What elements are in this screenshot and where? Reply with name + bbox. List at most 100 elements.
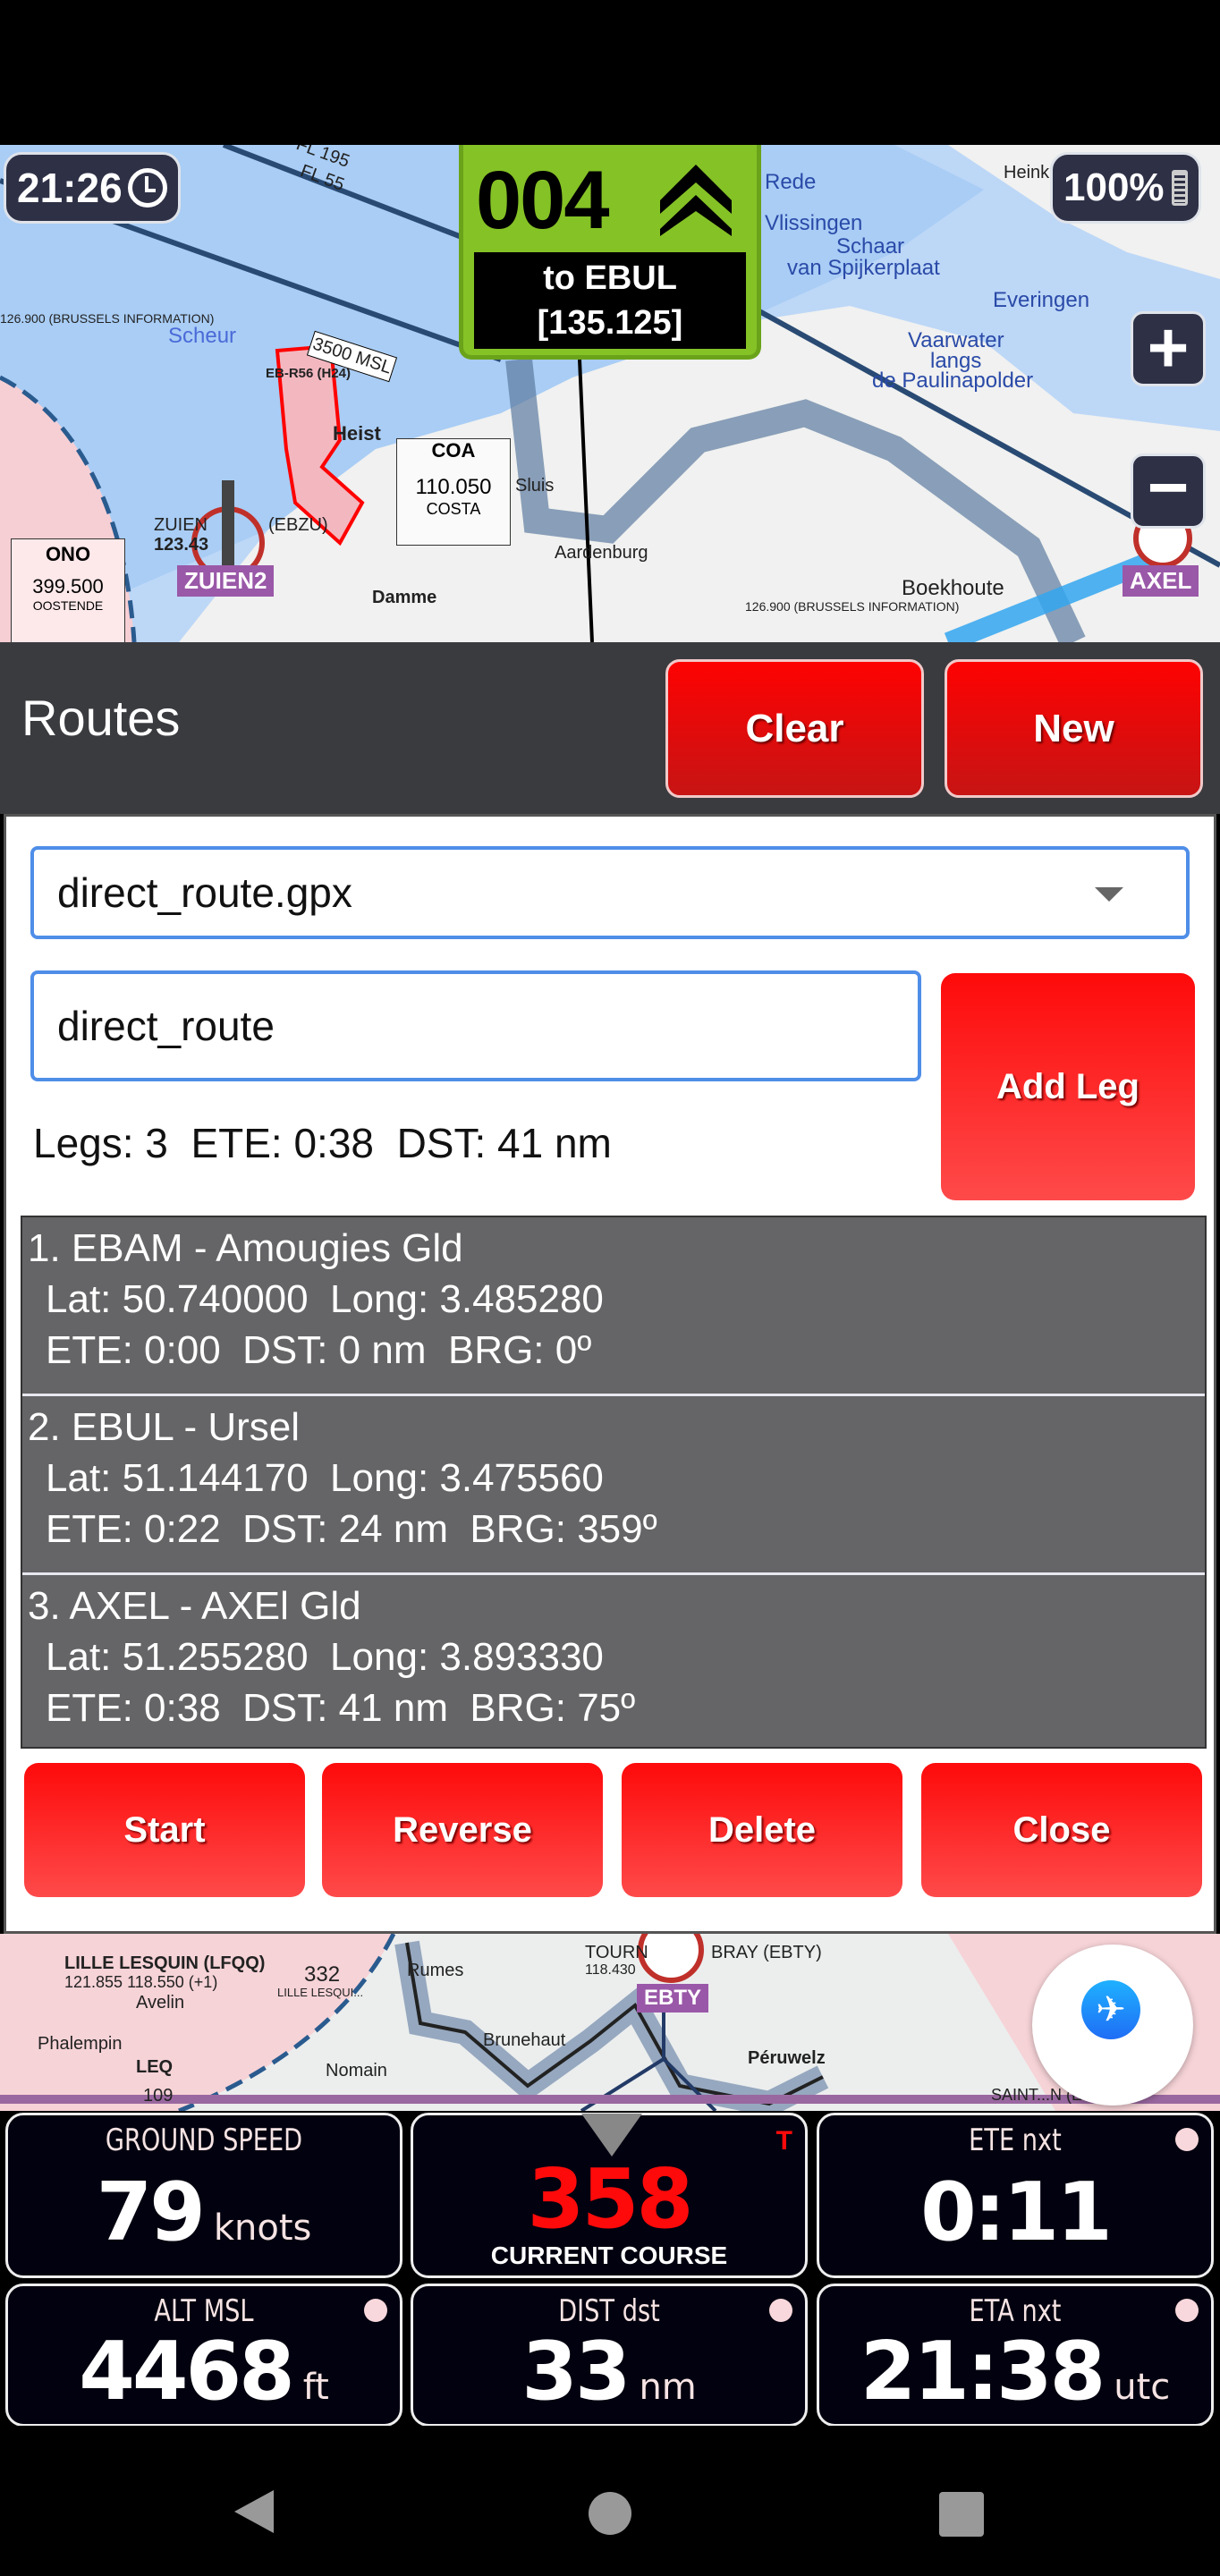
instrument-value: 4468 (79, 2325, 294, 2419)
list-item[interactable]: 2. EBUL - Ursel Lat: 51.144170 Long: 3.4… (22, 1396, 1205, 1575)
navigation-bar (0, 2426, 1220, 2576)
ndb-ident: ONO (45, 543, 91, 565)
map-label: van Spijkerplaat (787, 256, 940, 280)
start-button[interactable]: Start (24, 1763, 305, 1897)
instrument-label: DIST dst (558, 2293, 660, 2329)
route-name-value: direct_route (57, 1003, 275, 1049)
waypoint-tag[interactable]: AXEL (1123, 565, 1199, 597)
map-label: LILLE LESQUI... (277, 1986, 364, 1999)
routes-header: Routes Clear New (0, 642, 1220, 814)
map-label: Sluis (515, 476, 555, 496)
status-indicator (1175, 2299, 1199, 2322)
routes-panel: direct_route.gpx direct_route Add Leg Le… (4, 814, 1216, 1934)
route-file-select[interactable]: direct_route.gpx (30, 846, 1190, 939)
zoom-out-button[interactable]: − (1131, 452, 1206, 529)
home-icon[interactable] (589, 2492, 631, 2535)
instrument-ete-next[interactable]: ETE nxt 0:11 (817, 2113, 1214, 2278)
close-button[interactable]: Close (921, 1763, 1202, 1897)
instrument-label: ALT MSL (154, 2293, 254, 2329)
instrument-label: CURRENT COURSE (490, 2241, 728, 2269)
map-label: 126.900 (BRUSSELS INFORMATION) (745, 599, 960, 614)
instrument-value: 33 (521, 2325, 631, 2419)
instrument-unit: nm (639, 2367, 697, 2408)
map-label: Péruwelz (748, 2048, 826, 2068)
battery-icon (1171, 170, 1188, 206)
leg-coords: Lat: 51.144170 Long: 3.475560 (46, 1456, 604, 1500)
map-label: Scheur (168, 324, 237, 348)
zoom-in-button[interactable]: + (1131, 311, 1206, 386)
map-label: Aardenburg (555, 543, 648, 563)
list-item[interactable]: 1. EBAM - Amougies Gld Lat: 50.740000 Lo… (22, 1217, 1205, 1396)
delete-button[interactable]: Delete (622, 1763, 902, 1897)
instrument-current-course[interactable]: T 358 CURRENT COURSE (411, 2113, 808, 2278)
map-label: 126.900 (BRUSSELS INFORMATION) (0, 311, 215, 326)
new-button[interactable]: New (945, 659, 1203, 798)
leg-title: 2. EBUL - Ursel (28, 1405, 301, 1449)
airplane-logo-icon: ✈ (1081, 1980, 1140, 2039)
map-label: BRAY (EBTY) (711, 1943, 822, 1962)
add-leg-button[interactable]: Add Leg (941, 973, 1195, 1200)
legs-list[interactable]: 1. EBAM - Amougies Gld Lat: 50.740000 Lo… (21, 1216, 1207, 1749)
instrument-eta-next[interactable]: ETA nxt 21:38 utc (817, 2284, 1214, 2427)
waypoint-tag[interactable]: EBTY (637, 1984, 709, 2012)
instrument-value: 0:11 (920, 2165, 1113, 2259)
ndb-name: OOSTENDE (32, 598, 104, 613)
leg-title: 1. EBAM - Amougies Gld (28, 1226, 463, 1270)
status-bar (0, 0, 1220, 145)
map-label: Nomain (326, 2061, 387, 2080)
back-icon[interactable] (234, 2490, 274, 2533)
map-label: 121.855 118.550 (+1) (64, 1973, 218, 1991)
clock-time: 21:26 (17, 165, 123, 211)
leg-coords: Lat: 50.740000 Long: 3.485280 (46, 1277, 604, 1321)
instrument-value: 21:38 (860, 2325, 1106, 2419)
course-pointer-icon (581, 2114, 642, 2157)
routes-title: Routes (21, 690, 181, 746)
map-label: (EBZU) (268, 515, 328, 535)
map-label: Boekhoute (902, 576, 1004, 600)
map-label: Damme (372, 588, 437, 607)
route-summary: Legs: 3 ETE: 0:38 DST: 41 nm (33, 1120, 612, 1166)
route-file-value: direct_route.gpx (57, 869, 352, 916)
instrument-unit: knots (213, 2207, 312, 2249)
leg-stats: ETE: 0:38 DST: 41 nm BRG: 75º (46, 1686, 636, 1730)
next-waypoint-name: to EBUL (543, 259, 677, 297)
status-indicator (364, 2299, 387, 2322)
instrument-label: ETE nxt (969, 2123, 1062, 2158)
map-label: Rumes (407, 1961, 464, 1980)
map-label: EB-R56 (H24) (266, 366, 352, 381)
map-label: ZUIEN (154, 515, 208, 535)
list-item[interactable]: 3. AXEL - AXEl Gld Lat: 51.255280 Long: … (22, 1575, 1205, 1754)
ndb-frequency: 399.500 (32, 575, 104, 597)
recents-icon[interactable] (939, 2492, 984, 2537)
map-label: de Paulinapolder (872, 369, 1034, 393)
next-waypoint-box: to EBUL [135.125] (474, 252, 746, 349)
vor-frequency: 110.050 (415, 475, 492, 499)
vor-box-coa: COA 110.050 COSTA (396, 438, 511, 546)
leg-coords: Lat: 51.255280 Long: 3.893330 (46, 1635, 604, 1679)
instrument-unit: utc (1114, 2367, 1171, 2408)
map-label: 332 (304, 1962, 341, 1987)
instrument-ground-speed[interactable]: GROUND SPEED 79 knots (5, 2113, 402, 2278)
waypoint-tag[interactable]: ZUIEN2 (177, 565, 275, 597)
vor-ident: COA (431, 439, 476, 462)
heading-indicator[interactable]: 004 to EBUL [135.125] (459, 145, 761, 360)
reverse-button[interactable]: Reverse (322, 1763, 603, 1897)
instrument-alt-msl[interactable]: ALT MSL 4468 ft (5, 2284, 402, 2427)
map-label: Heist (333, 422, 381, 445)
instrument-dist-dst[interactable]: DIST dst 33 nm (411, 2284, 808, 2427)
gps-air-app-button[interactable]: ✈ (1032, 1945, 1193, 2106)
heading-value: 004 (476, 155, 609, 246)
instrument-value: 358 (527, 2151, 693, 2247)
clear-button[interactable]: Clear (665, 659, 924, 798)
route-name-input[interactable]: direct_route (30, 970, 921, 1081)
leg-stats: ETE: 0:00 DST: 0 nm BRG: 0º (46, 1328, 592, 1372)
battery-level: 100% (1063, 165, 1165, 209)
instrument-label: GROUND SPEED (105, 2123, 303, 2158)
status-indicator (1175, 2128, 1199, 2151)
map-view-lower[interactable]: LILLE LESQUIN (LFQQ) 121.855 118.550 (+1… (0, 1934, 1220, 2111)
map-label: TOURN (585, 1943, 648, 1962)
next-waypoint-frequency: [135.125] (537, 304, 683, 342)
vor-name: COSTA (426, 500, 481, 518)
battery-display: 100% (1050, 152, 1201, 224)
instrument-unit: ft (302, 2367, 329, 2408)
